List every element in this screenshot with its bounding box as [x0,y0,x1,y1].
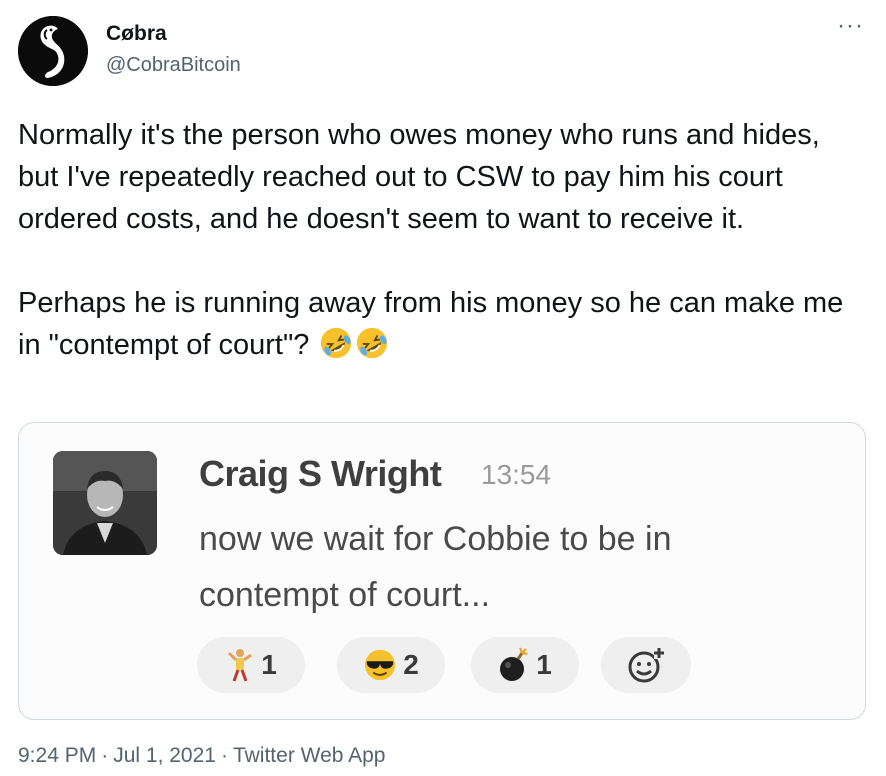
person-photo-icon [53,451,157,555]
add-reaction-button [601,637,691,693]
more-options-icon[interactable]: ··· [837,12,864,40]
bomb-icon [500,647,528,681]
tweet-text: Normally it's the person who owes money … [18,114,868,366]
author-name[interactable]: Cøbra [106,22,167,46]
embedded-image-card[interactable]: Craig S Wright 13:54 now we wait for Cob… [18,422,866,720]
meta-separator: · [220,744,228,767]
reaction-count: 1 [536,649,552,680]
rolling-laughing-emoji-icon [321,327,352,359]
author-handle[interactable]: @CobraBitcoin [106,54,241,77]
cobra-logo-icon [18,16,88,86]
add-reaction-icon [628,647,664,683]
reaction-sunglasses: 2 [337,637,445,693]
meta-separator: · [101,744,109,767]
sender-photo [53,451,157,555]
tweet-meta: 9:24 PM · Jul 1, 2021 · Twitter Web App [18,744,386,768]
dancing-figure-icon [228,649,253,682]
tweet-paragraph-2-text: Perhaps he is running away from his mone… [18,287,844,361]
sunglasses-face-icon [365,649,396,681]
author-avatar[interactable] [18,16,88,86]
message-timestamp: 13:54 [481,459,552,490]
message-text: now we wait for Cobbie to be in contempt… [199,520,672,614]
reaction-dancing: 1 [197,637,305,693]
message-sender-name: Craig S Wright [199,453,442,494]
reaction-count: 1 [261,649,277,680]
tweet-time[interactable]: 9:24 PM [18,744,96,767]
reaction-bomb: 1 [471,637,579,693]
reaction-count: 2 [403,649,419,680]
tweet-source[interactable]: Twitter Web App [233,744,386,767]
rolling-laughing-emoji-icon [357,327,388,359]
tweet-date[interactable]: Jul 1, 2021 [113,744,216,767]
tweet-paragraph-2: Perhaps he is running away from his mone… [18,282,868,366]
tweet-paragraph-1: Normally it's the person who owes money … [18,119,820,235]
